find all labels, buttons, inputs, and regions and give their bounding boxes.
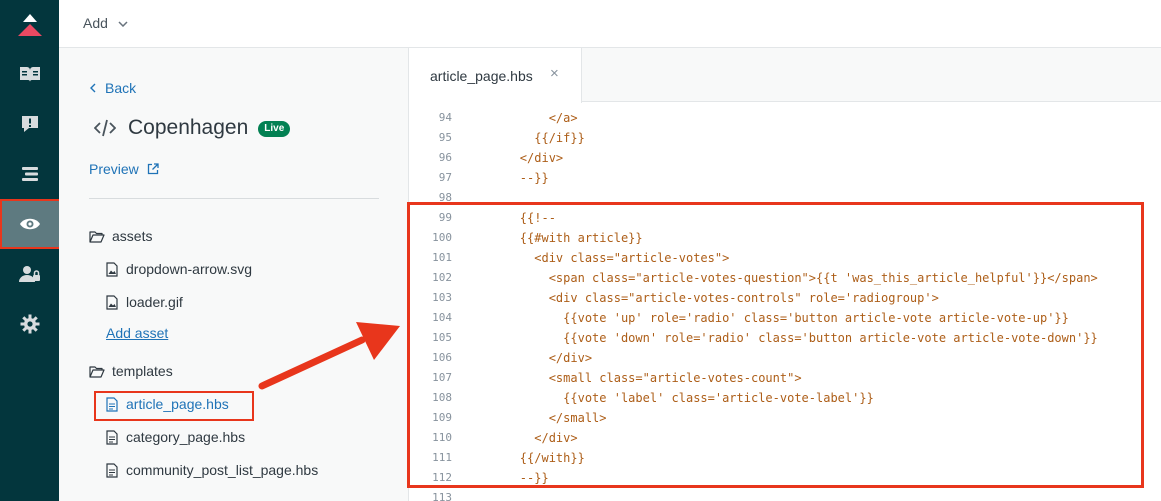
- code-highlight-box: [407, 202, 1144, 488]
- moderation-icon: [21, 116, 38, 132]
- settings-icon: [20, 314, 39, 334]
- editor-tab-bar: article_page.hbs ×: [410, 48, 1161, 103]
- add-asset-link[interactable]: Add asset: [106, 325, 168, 341]
- file-label: category_page.hbs: [126, 429, 246, 445]
- file-item[interactable]: category_page.hbs: [106, 429, 245, 445]
- folder-open-icon: [89, 230, 105, 243]
- code-icon: [94, 119, 116, 137]
- line-number: 97: [438, 171, 452, 184]
- chevron-down-icon: [118, 20, 128, 27]
- file-label: dropdown-arrow.svg: [126, 261, 253, 277]
- guide-logo[interactable]: [0, 0, 59, 50]
- nav-highlight-box: [0, 199, 62, 249]
- line-code: </a>: [462, 111, 578, 125]
- code-line: 97 --}}: [410, 168, 1161, 188]
- file-highlight-box: [94, 391, 254, 421]
- nav-user-permissions[interactable]: [0, 249, 59, 299]
- knowledge-icon: [19, 67, 40, 82]
- image-file-icon: [106, 261, 118, 277]
- code-line: 96 </div>: [410, 148, 1161, 168]
- external-link-icon: [147, 163, 159, 175]
- theme-name: Copenhagen: [128, 116, 249, 139]
- nav-moderation[interactable]: [0, 99, 59, 149]
- line-number: 96: [438, 151, 452, 164]
- folder-open-icon: [89, 365, 105, 378]
- line-number: 113: [432, 491, 452, 501]
- folder-templates[interactable]: templates: [89, 363, 173, 379]
- line-number: 95: [438, 131, 452, 144]
- nav-settings[interactable]: [0, 299, 59, 349]
- line-code: {{/if}}: [462, 131, 585, 145]
- add-menu-button[interactable]: Add: [83, 15, 128, 31]
- close-icon[interactable]: ×: [550, 65, 559, 82]
- theme-title: Copenhagen Live: [94, 116, 291, 140]
- document-file-icon: [106, 462, 118, 478]
- back-label: Back: [105, 80, 137, 96]
- nav-knowledge[interactable]: [0, 49, 59, 99]
- line-code: </div>: [462, 151, 564, 165]
- nav-arrange[interactable]: [0, 149, 59, 199]
- file-item[interactable]: community_post_list_page.hbs: [106, 462, 318, 478]
- editor-tab[interactable]: article_page.hbs ×: [410, 48, 582, 103]
- live-badge: Live: [258, 121, 291, 137]
- folder-assets[interactable]: assets: [89, 228, 152, 244]
- arrange-icon: [21, 167, 38, 181]
- user-permissions-icon: [18, 266, 40, 282]
- back-link[interactable]: Back: [90, 80, 136, 96]
- preview-link[interactable]: Preview: [89, 161, 159, 177]
- document-file-icon: [106, 429, 118, 445]
- guide-logo-icon: [17, 14, 42, 36]
- file-label: loader.gif: [126, 294, 183, 310]
- top-bar: Add: [59, 0, 1161, 48]
- theme-files-panel: Back Copenhagen Live Preview assets drop…: [59, 48, 409, 501]
- product-nav-rail: [0, 0, 59, 501]
- add-menu-label: Add: [83, 15, 108, 31]
- tab-label: article_page.hbs: [430, 68, 533, 84]
- image-file-icon: [106, 294, 118, 310]
- panel-divider: [89, 198, 379, 199]
- folder-label: templates: [112, 363, 173, 379]
- file-item[interactable]: loader.gif: [106, 294, 183, 310]
- line-number: 94: [438, 111, 452, 124]
- line-code: --}}: [462, 171, 549, 185]
- code-line: 113: [410, 488, 1161, 501]
- file-item[interactable]: dropdown-arrow.svg: [106, 261, 252, 277]
- folder-label: assets: [112, 228, 153, 244]
- preview-label: Preview: [89, 161, 139, 177]
- code-line: 94 </a>: [410, 108, 1161, 128]
- chevron-left-icon: [90, 83, 96, 93]
- code-line: 95 {{/if}}: [410, 128, 1161, 148]
- file-label: community_post_list_page.hbs: [126, 462, 319, 478]
